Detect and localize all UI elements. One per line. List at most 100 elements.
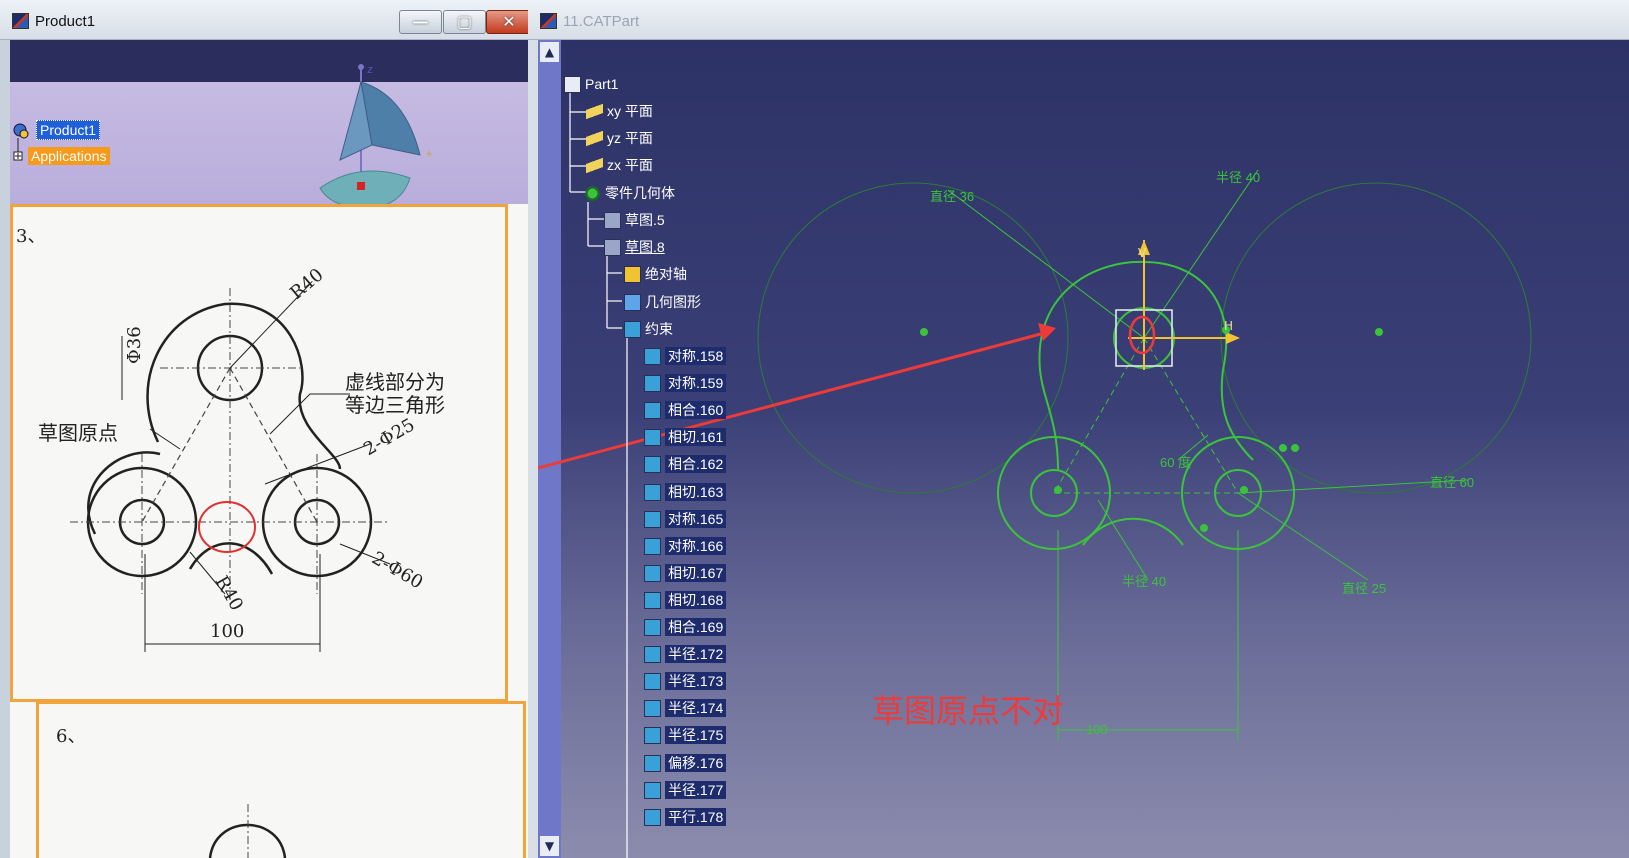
axis-icon [624, 266, 641, 283]
problem-number-3: 3、 [16, 226, 45, 247]
constraint-icon [644, 808, 661, 826]
dim-angle60[interactable]: 60 度 [1160, 452, 1191, 471]
constraint-icon [644, 375, 661, 393]
h-axis-label: H [1224, 319, 1233, 333]
tree-node-constraint-item[interactable]: 半径.173 [665, 672, 727, 691]
constraint-icon [644, 537, 661, 555]
close-icon: ✕ [502, 12, 516, 31]
constraint-icon [644, 510, 661, 528]
plane-icon [586, 157, 603, 174]
constraint-icon [644, 646, 661, 664]
constraint-icon [644, 673, 661, 691]
tree-node-sketch8[interactable]: 草图.8 [625, 238, 665, 256]
catia-app-icon [12, 13, 29, 29]
tree-node-constraint-item[interactable]: 相切.163 [665, 482, 727, 501]
constraint-icon [644, 483, 661, 501]
dim-rad40-bottom[interactable]: 半径 40 [1122, 571, 1166, 590]
tree-node-constraint-item[interactable]: 相切.161 [665, 428, 727, 447]
sketch-origin-label: 草图原点 [38, 421, 118, 445]
tree-node-plane-1[interactable]: yz 平面 [607, 129, 653, 147]
dim-dia36[interactable]: 直径 36 [930, 186, 974, 205]
tree-node-geometry[interactable]: 几何图形 [645, 293, 701, 311]
minimize-button[interactable]: — [399, 10, 442, 34]
tree-node-constraint-item[interactable]: 相切.167 [665, 563, 727, 582]
part-icon [564, 76, 581, 93]
tree-node-constraint-item[interactable]: 对称.158 [665, 347, 727, 365]
dim-dia25[interactable]: 直径 25 [1342, 578, 1386, 597]
viewport-background [10, 82, 530, 204]
dim-2phi60: 2-Φ60 [368, 548, 426, 594]
dim-r40-bottom: R40 [211, 572, 247, 614]
viewport-top-band [10, 40, 530, 82]
constraint-icon [644, 564, 661, 582]
maximize-button[interactable]: ▢ [443, 10, 486, 34]
tree-node-constraint-item[interactable]: 半径.177 [665, 780, 727, 799]
part-window-title: 11.CATPart [563, 13, 640, 30]
tree-node-constraint-item[interactable]: 半径.172 [665, 645, 727, 664]
dim-2phi25: 2-Φ25 [360, 414, 418, 460]
plane-icon [586, 103, 603, 120]
tree-node-sketch5[interactable]: 草图.5 [625, 211, 665, 229]
product-viewport[interactable]: Product1 Applications z + 3、 6、 R40 Φ36 … [10, 40, 530, 858]
tree-node-constraint-item[interactable]: 相合.169 [665, 618, 727, 636]
part-window-titlebar[interactable]: 11.CATPart [528, 0, 1629, 40]
origin-marker-ellipse [1128, 315, 1156, 355]
dim-phi36: Φ36 [124, 326, 145, 364]
dim-dia60[interactable]: 直径 60 [1430, 472, 1474, 491]
constraint-icon [624, 321, 641, 338]
tree-node-constraint-item[interactable]: 相合.162 [665, 455, 727, 474]
constraint-icon [644, 727, 661, 745]
dim-r40-top: R40 [286, 264, 327, 304]
tree-node-part1[interactable]: Part1 [585, 75, 618, 93]
drawing-paper: 3、 6、 R40 Φ36 虚线部分为 等边三角形 草图原点 2-Φ25 2-Φ… [10, 204, 530, 858]
constraint-icon [644, 456, 661, 474]
svg-text:+: + [425, 149, 433, 160]
tree-node-constraint-item[interactable]: 对称.166 [665, 536, 727, 555]
engineering-drawing: 3、 6、 R40 Φ36 虚线部分为 等边三角形 草图原点 2-Φ25 2-Φ… [16, 226, 445, 858]
tree-node-constraint-item[interactable]: 对称.159 [665, 374, 727, 393]
tree-node-constraint-item[interactable]: 半径.175 [665, 726, 727, 745]
tree-node-part-body[interactable]: 零件几何体 [605, 184, 675, 202]
compass-widget[interactable]: z + [310, 60, 450, 210]
note-line1: 虚线部分为 [345, 370, 445, 394]
constraint-icon [644, 348, 661, 365]
tree-node-applications[interactable]: Applications [28, 147, 110, 165]
product-window-title: Product1 [35, 13, 96, 30]
plane-icon [586, 130, 603, 147]
constraint-icon [644, 429, 661, 447]
dim-100: 100 [210, 621, 244, 642]
tree-node-constraints[interactable]: 约束 [645, 320, 673, 338]
part-window: 11.CATPart ▲ ▼ V H 直径 36 半径 40 60 度 直径 6… [528, 0, 1629, 858]
body-icon [584, 185, 601, 202]
constraint-icon [644, 754, 661, 772]
tree-node-constraint-item[interactable]: 相合.160 [665, 401, 727, 420]
tree-node-absolute-axis[interactable]: 绝对轴 [645, 265, 687, 283]
tree-node-plane-0[interactable]: xy 平面 [607, 102, 653, 120]
constraint-icon [644, 619, 661, 636]
constraint-icon [644, 700, 661, 718]
compass-z-label: z [367, 63, 373, 76]
tree-node-constraint-item[interactable]: 平行.178 [665, 807, 727, 826]
tree-node-plane-2[interactable]: zx 平面 [607, 156, 653, 174]
sketch-icon [604, 239, 621, 256]
close-button[interactable]: ✕ [486, 10, 532, 34]
geom-icon [624, 294, 641, 311]
problem-number-6: 6、 [56, 726, 85, 747]
tree-node-product1[interactable]: Product1 [36, 120, 101, 140]
dim-rad40-top[interactable]: 半径 40 [1216, 167, 1260, 186]
v-axis-label: V [1138, 246, 1147, 260]
constraint-icon [644, 402, 661, 420]
constraint-icon [644, 781, 661, 799]
tree-node-constraint-item[interactable]: 相切.168 [665, 590, 727, 609]
note-line2: 等边三角形 [345, 393, 445, 417]
minimize-icon: — [412, 12, 429, 31]
annotation-text: 草图原点不对 [872, 692, 1065, 730]
catia-part-icon [540, 13, 557, 29]
tree-node-constraint-item[interactable]: 半径.174 [665, 699, 727, 718]
dim-len100[interactable]: 100 [1086, 722, 1108, 737]
tree-node-constraint-item[interactable]: 对称.165 [665, 509, 727, 528]
product-window-titlebar[interactable]: Product1 — ▢ ✕ [0, 0, 535, 40]
constraint-icon [644, 591, 661, 609]
sketch-icon [604, 212, 621, 229]
tree-node-constraint-item[interactable]: 偏移.176 [665, 753, 727, 772]
